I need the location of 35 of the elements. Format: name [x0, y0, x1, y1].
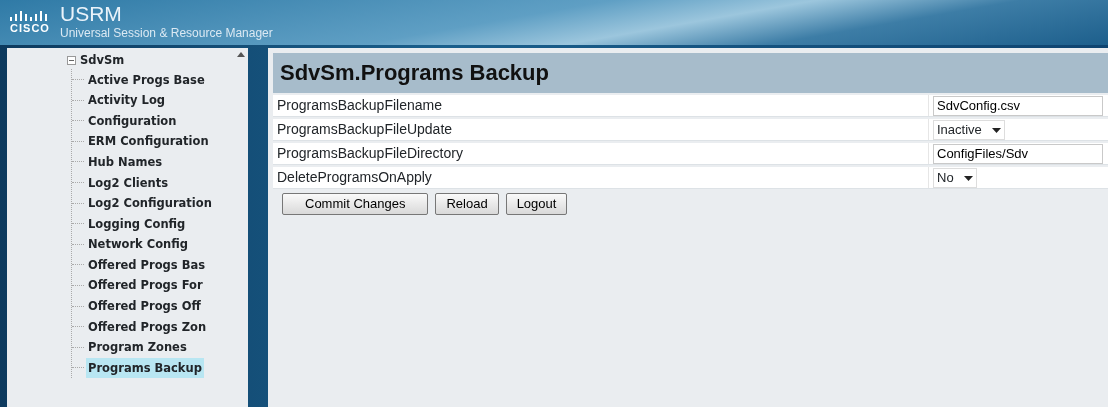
brand-logo-text: CISCO — [10, 23, 50, 34]
tree-item[interactable]: Network Config — [86, 234, 191, 255]
field-label: DeleteProgramsOnApply — [276, 168, 433, 187]
tree-item[interactable]: Active Progs Base — [86, 69, 207, 90]
action-button[interactable]: Logout — [505, 193, 568, 215]
tree-node[interactable]: SdvSm — [80, 52, 125, 70]
tree-item[interactable]: Program Zones — [86, 337, 189, 358]
tree-item[interactable]: Log2 Configuration — [86, 193, 214, 214]
tree-item[interactable]: Configuration — [86, 110, 179, 131]
tree-item[interactable]: Offered Progs Bas — [86, 254, 208, 275]
tree-item[interactable]: Programs Backup — [86, 357, 204, 378]
text-field[interactable]: SdvConfig.csv — [933, 95, 1103, 116]
tree-item[interactable]: Offered Progs Off — [86, 296, 203, 317]
tree-item[interactable]: Hub Names — [86, 151, 165, 172]
tree-item[interactable]: ERM Configuration — [86, 131, 211, 152]
collapse-icon[interactable] — [67, 56, 76, 66]
tree-item[interactable]: Offered Progs Zon — [86, 316, 209, 337]
field-label: ProgramsBackupFileUpdate — [276, 120, 454, 139]
tree-item[interactable]: Log2 Clients — [86, 172, 171, 193]
dropdown[interactable]: No — [933, 167, 977, 188]
field-label: ProgramsBackupFileDirectory — [276, 144, 464, 163]
dropdown[interactable]: Inactive — [933, 119, 1005, 140]
logo-bars-icon — [10, 11, 50, 23]
app-subtitle: Universal Session & Resource Manager — [60, 25, 273, 42]
panel-title: SdvSm.Programs Backup — [273, 53, 1108, 93]
tree-item[interactable]: Activity Log — [86, 90, 168, 111]
dropdown-arrow-icon — [991, 126, 1001, 133]
app-title: USRM — [60, 3, 123, 24]
dropdown-arrow-icon — [963, 174, 973, 181]
text-field[interactable]: ConfigFiles/Sdv — [933, 143, 1103, 164]
tree-item[interactable]: Offered Progs For — [86, 275, 205, 296]
action-button[interactable]: Reload — [435, 193, 499, 215]
action-button[interactable]: Commit Changes — [282, 193, 429, 215]
field-label: ProgramsBackupFilename — [276, 96, 443, 115]
tree-item[interactable]: Logging Config — [86, 213, 188, 234]
